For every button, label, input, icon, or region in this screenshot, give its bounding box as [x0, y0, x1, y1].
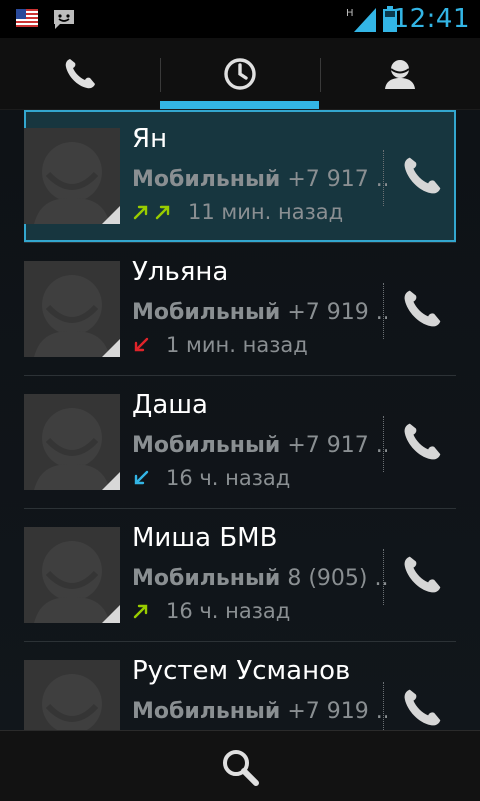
search-button[interactable] — [218, 745, 262, 789]
default-contact-icon — [24, 527, 120, 623]
phone-icon — [404, 689, 441, 726]
phone-icon — [404, 556, 441, 593]
phone-number: +7 917 ... — [287, 433, 387, 458]
outgoing-call-icon — [133, 205, 148, 220]
call-separator — [383, 682, 384, 730]
call-meta: 1 мин. назад — [132, 333, 308, 357]
default-contact-icon — [24, 128, 120, 224]
call-button[interactable] — [394, 680, 450, 730]
tab-phone[interactable] — [0, 38, 160, 110]
call-meta: 11 мин. назад — [132, 200, 343, 224]
contact-avatar[interactable] — [24, 128, 120, 224]
call-direction — [132, 469, 154, 487]
search-icon — [223, 750, 259, 786]
call-log-item[interactable]: Ян Мобильный +7 917 ... 11 мин. назад — [24, 110, 456, 242]
call-time: 11 мин. назад — [188, 200, 344, 224]
phone-detail: Мобильный 8 (905) ... — [132, 566, 387, 591]
phone-icon — [404, 423, 441, 460]
phone-detail: Мобильный +7 917 ... — [132, 167, 387, 192]
call-direction — [132, 203, 176, 221]
message-icon — [54, 10, 74, 29]
phone-type: Мобильный — [132, 433, 281, 458]
default-contact-icon — [24, 261, 120, 357]
call-button[interactable] — [394, 547, 450, 603]
call-meta: 16 ч. назад — [132, 599, 290, 623]
contact-name: Ян — [132, 124, 168, 154]
call-separator — [383, 549, 384, 605]
call-direction — [132, 336, 154, 354]
call-button[interactable] — [394, 148, 450, 204]
call-separator — [383, 416, 384, 472]
phone-icon — [65, 59, 95, 89]
phone-number: 8 (905) ... — [287, 566, 387, 591]
contact-avatar[interactable] — [24, 527, 120, 623]
default-contact-icon — [24, 394, 120, 490]
phone-detail: Мобильный +7 919 ... — [132, 300, 387, 325]
default-contact-icon — [24, 660, 120, 730]
phone-icon — [404, 157, 441, 194]
phone-icon — [404, 290, 441, 327]
phone-detail: Мобильный +7 919 ... — [132, 699, 387, 724]
contact-name: Даша — [132, 390, 208, 420]
incoming-call-icon — [134, 470, 149, 485]
contact-name: Ульяна — [132, 257, 229, 287]
tab-call-log[interactable] — [160, 38, 320, 110]
signal-icon: H — [346, 8, 376, 32]
contact-avatar[interactable] — [24, 660, 120, 730]
outgoing-call-icon — [155, 205, 170, 220]
phone-number: +7 919 ... — [287, 300, 387, 325]
call-log-item[interactable]: Даша Мобильный +7 917 ... 16 ч. назад — [24, 376, 456, 508]
contact-avatar[interactable] — [24, 261, 120, 357]
tab-bar — [0, 38, 480, 110]
us-flag-icon — [16, 9, 38, 27]
phone-number: +7 919 ... — [287, 699, 387, 724]
phone-type: Мобильный — [132, 167, 281, 192]
call-direction — [132, 602, 154, 620]
call-time: 1 мин. назад — [166, 333, 308, 357]
call-separator — [383, 150, 384, 206]
call-time: 16 ч. назад — [166, 599, 291, 623]
phone-detail: Мобильный +7 917 ... — [132, 433, 387, 458]
bottom-action-bar — [0, 730, 480, 801]
call-log-item[interactable]: Миша БМВ Мобильный 8 (905) ... 16 ч. наз… — [24, 509, 456, 641]
phone-type: Мобильный — [132, 699, 281, 724]
contact-name: Миша БМВ — [132, 523, 278, 553]
tab-contacts[interactable] — [320, 38, 480, 110]
call-separator — [383, 283, 384, 339]
phone-type: Мобильный — [132, 300, 281, 325]
call-meta: 16 ч. назад — [132, 466, 290, 490]
call-log-item[interactable]: Ульяна Мобильный +7 919 ... 1 мин. назад — [24, 243, 456, 375]
status-bar: H 12:41 — [0, 0, 480, 38]
phone-number: +7 917 ... — [287, 167, 387, 192]
contact-avatar[interactable] — [24, 394, 120, 490]
contact-name: Рустем Усманов — [132, 656, 351, 686]
call-button[interactable] — [394, 414, 450, 470]
phone-type: Мобильный — [132, 566, 281, 591]
contacts-icon — [385, 60, 415, 89]
svg-text:H: H — [346, 8, 354, 19]
call-time: 16 ч. назад — [166, 466, 291, 490]
call-log-item[interactable]: Рустем Усманов Мобильный +7 919 ... — [24, 642, 456, 730]
clock-time: 12:41 — [392, 4, 470, 34]
missed-call-icon — [134, 337, 149, 352]
outgoing-call-icon — [133, 604, 148, 619]
clock-icon — [224, 58, 256, 90]
call-log-list[interactable]: Ян Мобильный +7 917 ... 11 мин. назад Ул… — [0, 110, 480, 730]
call-button[interactable] — [394, 281, 450, 337]
